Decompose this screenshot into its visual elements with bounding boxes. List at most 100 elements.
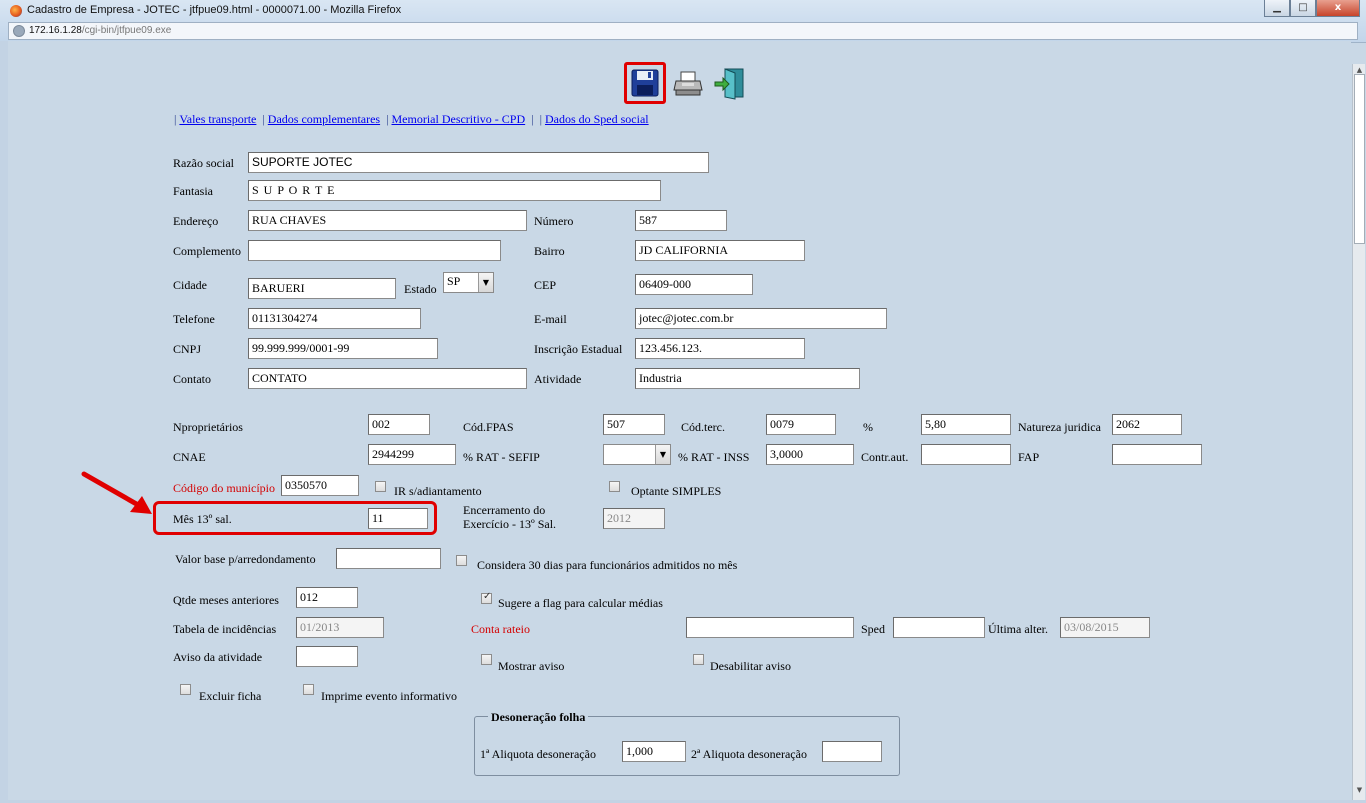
scroll-down-icon[interactable]: ▼ bbox=[1353, 786, 1366, 796]
atividade-input[interactable]: Industria bbox=[635, 368, 860, 389]
scroll-thumb[interactable] bbox=[1354, 74, 1365, 244]
fap-input[interactable] bbox=[1112, 444, 1202, 465]
globe-icon bbox=[13, 25, 25, 37]
cod-fpas-label: Cód.FPAS bbox=[463, 420, 514, 434]
ie-label: Inscrição Estadual bbox=[534, 342, 623, 356]
cod-terc-input[interactable]: 0079 bbox=[766, 414, 836, 435]
contr-aut-label: Contr.aut. bbox=[861, 450, 909, 464]
contato-label: Contato bbox=[173, 372, 211, 386]
estado-select[interactable]: SP ▼ bbox=[443, 272, 494, 293]
chevron-down-icon[interactable]: ▼ bbox=[478, 273, 493, 292]
cnpj-label: CNPJ bbox=[173, 342, 202, 356]
valor-base-input[interactable] bbox=[336, 548, 441, 569]
numero-input[interactable]: 587 bbox=[635, 210, 727, 231]
pct-label: % bbox=[863, 420, 873, 434]
url-text: 172.16.1.28/cgi-bin/jtfpue09.exe bbox=[29, 25, 172, 36]
qtde-meses-label: Qtde meses anteriores bbox=[173, 593, 279, 607]
cod-fpas-input[interactable]: 507 bbox=[603, 414, 665, 435]
considera30-checkbox[interactable] bbox=[456, 555, 467, 566]
floppy-disk-icon[interactable] bbox=[630, 68, 660, 98]
email-label: E-mail bbox=[534, 312, 567, 326]
contr-aut-input[interactable] bbox=[921, 444, 1011, 465]
link-dados-sped-social[interactable]: Dados do Sped social bbox=[545, 112, 649, 126]
complemento-input[interactable] bbox=[248, 240, 501, 261]
email-input[interactable]: jotec@jotec.com.br bbox=[635, 308, 887, 329]
link-dados-complementares[interactable]: Dados complementares bbox=[268, 112, 380, 126]
bairro-label: Bairro bbox=[534, 244, 565, 258]
encerramento-input[interactable]: 2012 bbox=[603, 508, 665, 529]
minimize-button[interactable]: ▁ bbox=[1264, 0, 1290, 17]
mostrar-aviso-checkbox[interactable] bbox=[481, 654, 492, 665]
contato-input[interactable]: CONTATO bbox=[248, 368, 527, 389]
printer-icon[interactable] bbox=[673, 70, 703, 98]
vertical-scrollbar[interactable]: ▲ ▼ bbox=[1352, 64, 1365, 800]
close-button[interactable]: x bbox=[1316, 0, 1360, 17]
cnae-input[interactable]: 2944299 bbox=[368, 444, 456, 465]
pct-input[interactable]: 5,80 bbox=[921, 414, 1011, 435]
cod-municipio-label: Código do município bbox=[173, 481, 275, 495]
aliq2-input[interactable] bbox=[822, 741, 882, 762]
rat-sefip-select[interactable]: ▼ bbox=[603, 444, 671, 465]
rat-inss-label: % RAT - INSS bbox=[678, 450, 750, 464]
window-title: Cadastro de Empresa - JOTEC - jtfpue09.h… bbox=[27, 4, 402, 16]
sugere-flag-checkbox[interactable] bbox=[481, 591, 492, 604]
window-controls: ▁ □ x bbox=[1264, 0, 1360, 17]
fantasia-input[interactable]: S U P O R T E bbox=[248, 180, 661, 201]
natureza-input[interactable]: 2062 bbox=[1112, 414, 1182, 435]
window-frame-left bbox=[0, 41, 8, 803]
window-titlebar: Cadastro de Empresa - JOTEC - jtfpue09.h… bbox=[0, 0, 1366, 43]
rat-inss-input[interactable]: 3,0000 bbox=[766, 444, 854, 465]
telefone-label: Telefone bbox=[173, 312, 215, 326]
cidade-input[interactable]: BARUERI bbox=[248, 278, 396, 299]
ultima-alter-label: Última alter. bbox=[988, 622, 1048, 636]
telefone-input[interactable]: 01131304274 bbox=[248, 308, 421, 329]
qtde-meses-input[interactable]: 012 bbox=[296, 587, 358, 608]
nproprietarios-label: Nproprietários bbox=[173, 420, 243, 434]
cidade-label: Cidade bbox=[173, 278, 207, 292]
link-vales-transporte[interactable]: Vales transporte bbox=[179, 112, 256, 126]
optante-simples-label: Optante SIMPLES bbox=[631, 484, 722, 498]
razao-social-input[interactable]: SUPORTE JOTEC bbox=[248, 152, 709, 173]
optante-simples-checkbox[interactable] bbox=[609, 481, 620, 492]
natureza-label: Natureza juridica bbox=[1018, 420, 1101, 434]
desabilitar-aviso-checkbox[interactable] bbox=[693, 654, 704, 665]
tabela-incidencias-input[interactable]: 01/2013 bbox=[296, 617, 384, 638]
imprime-evento-checkbox[interactable] bbox=[303, 684, 314, 695]
mes13-label: Mês 13º sal. bbox=[173, 512, 232, 526]
mes13-input[interactable]: 11 bbox=[368, 508, 428, 529]
cod-municipio-input[interactable]: 0350570 bbox=[281, 475, 359, 496]
conta-rateio-label: Conta rateio bbox=[471, 622, 530, 636]
ie-input[interactable]: 123.456.123. bbox=[635, 338, 805, 359]
desoneracao-legend: Desoneração folha bbox=[488, 710, 589, 725]
sugere-flag-label: Sugere a flag para calcular médias bbox=[498, 596, 663, 610]
ultima-alter-input[interactable]: 03/08/2015 bbox=[1060, 617, 1150, 638]
sped-label: Sped bbox=[861, 622, 885, 636]
exit-door-icon[interactable] bbox=[713, 66, 747, 100]
bairro-input[interactable]: JD CALIFORNIA bbox=[635, 240, 805, 261]
fap-label: FAP bbox=[1018, 450, 1040, 464]
aliq2-label: 2ª Aliquota desoneração bbox=[691, 747, 807, 761]
link-memorial-descritivo[interactable]: Memorial Descritivo - CPD bbox=[392, 112, 526, 126]
maximize-button[interactable]: □ bbox=[1290, 0, 1316, 17]
chevron-down-icon[interactable]: ▼ bbox=[655, 445, 670, 464]
cod-terc-label: Cód.terc. bbox=[681, 420, 725, 434]
valor-base-label: Valor base p/arredondamento bbox=[175, 552, 316, 566]
numero-label: Número bbox=[534, 214, 574, 228]
aviso-atividade-input[interactable] bbox=[296, 646, 358, 667]
cnae-label: CNAE bbox=[173, 450, 206, 464]
endereco-input[interactable]: RUA CHAVES bbox=[248, 210, 527, 231]
sped-input[interactable] bbox=[893, 617, 985, 638]
aliq1-input[interactable]: 1,000 bbox=[622, 741, 686, 762]
estado-value: SP bbox=[447, 274, 461, 288]
excluir-ficha-checkbox[interactable] bbox=[180, 684, 191, 695]
atividade-label: Atividade bbox=[534, 372, 582, 386]
address-bar[interactable]: 172.16.1.28/cgi-bin/jtfpue09.exe bbox=[8, 22, 1358, 40]
ir-adiantamento-checkbox[interactable] bbox=[375, 481, 386, 492]
fantasia-label: Fantasia bbox=[173, 184, 213, 198]
cep-input[interactable]: 06409-000 bbox=[635, 274, 753, 295]
firefox-icon bbox=[10, 5, 22, 17]
conta-rateio-input[interactable] bbox=[686, 617, 854, 638]
rat-sefip-label: % RAT - SEFIP bbox=[463, 450, 540, 464]
cnpj-input[interactable]: 99.999.999/0001-99 bbox=[248, 338, 438, 359]
nproprietarios-input[interactable]: 002 bbox=[368, 414, 430, 435]
